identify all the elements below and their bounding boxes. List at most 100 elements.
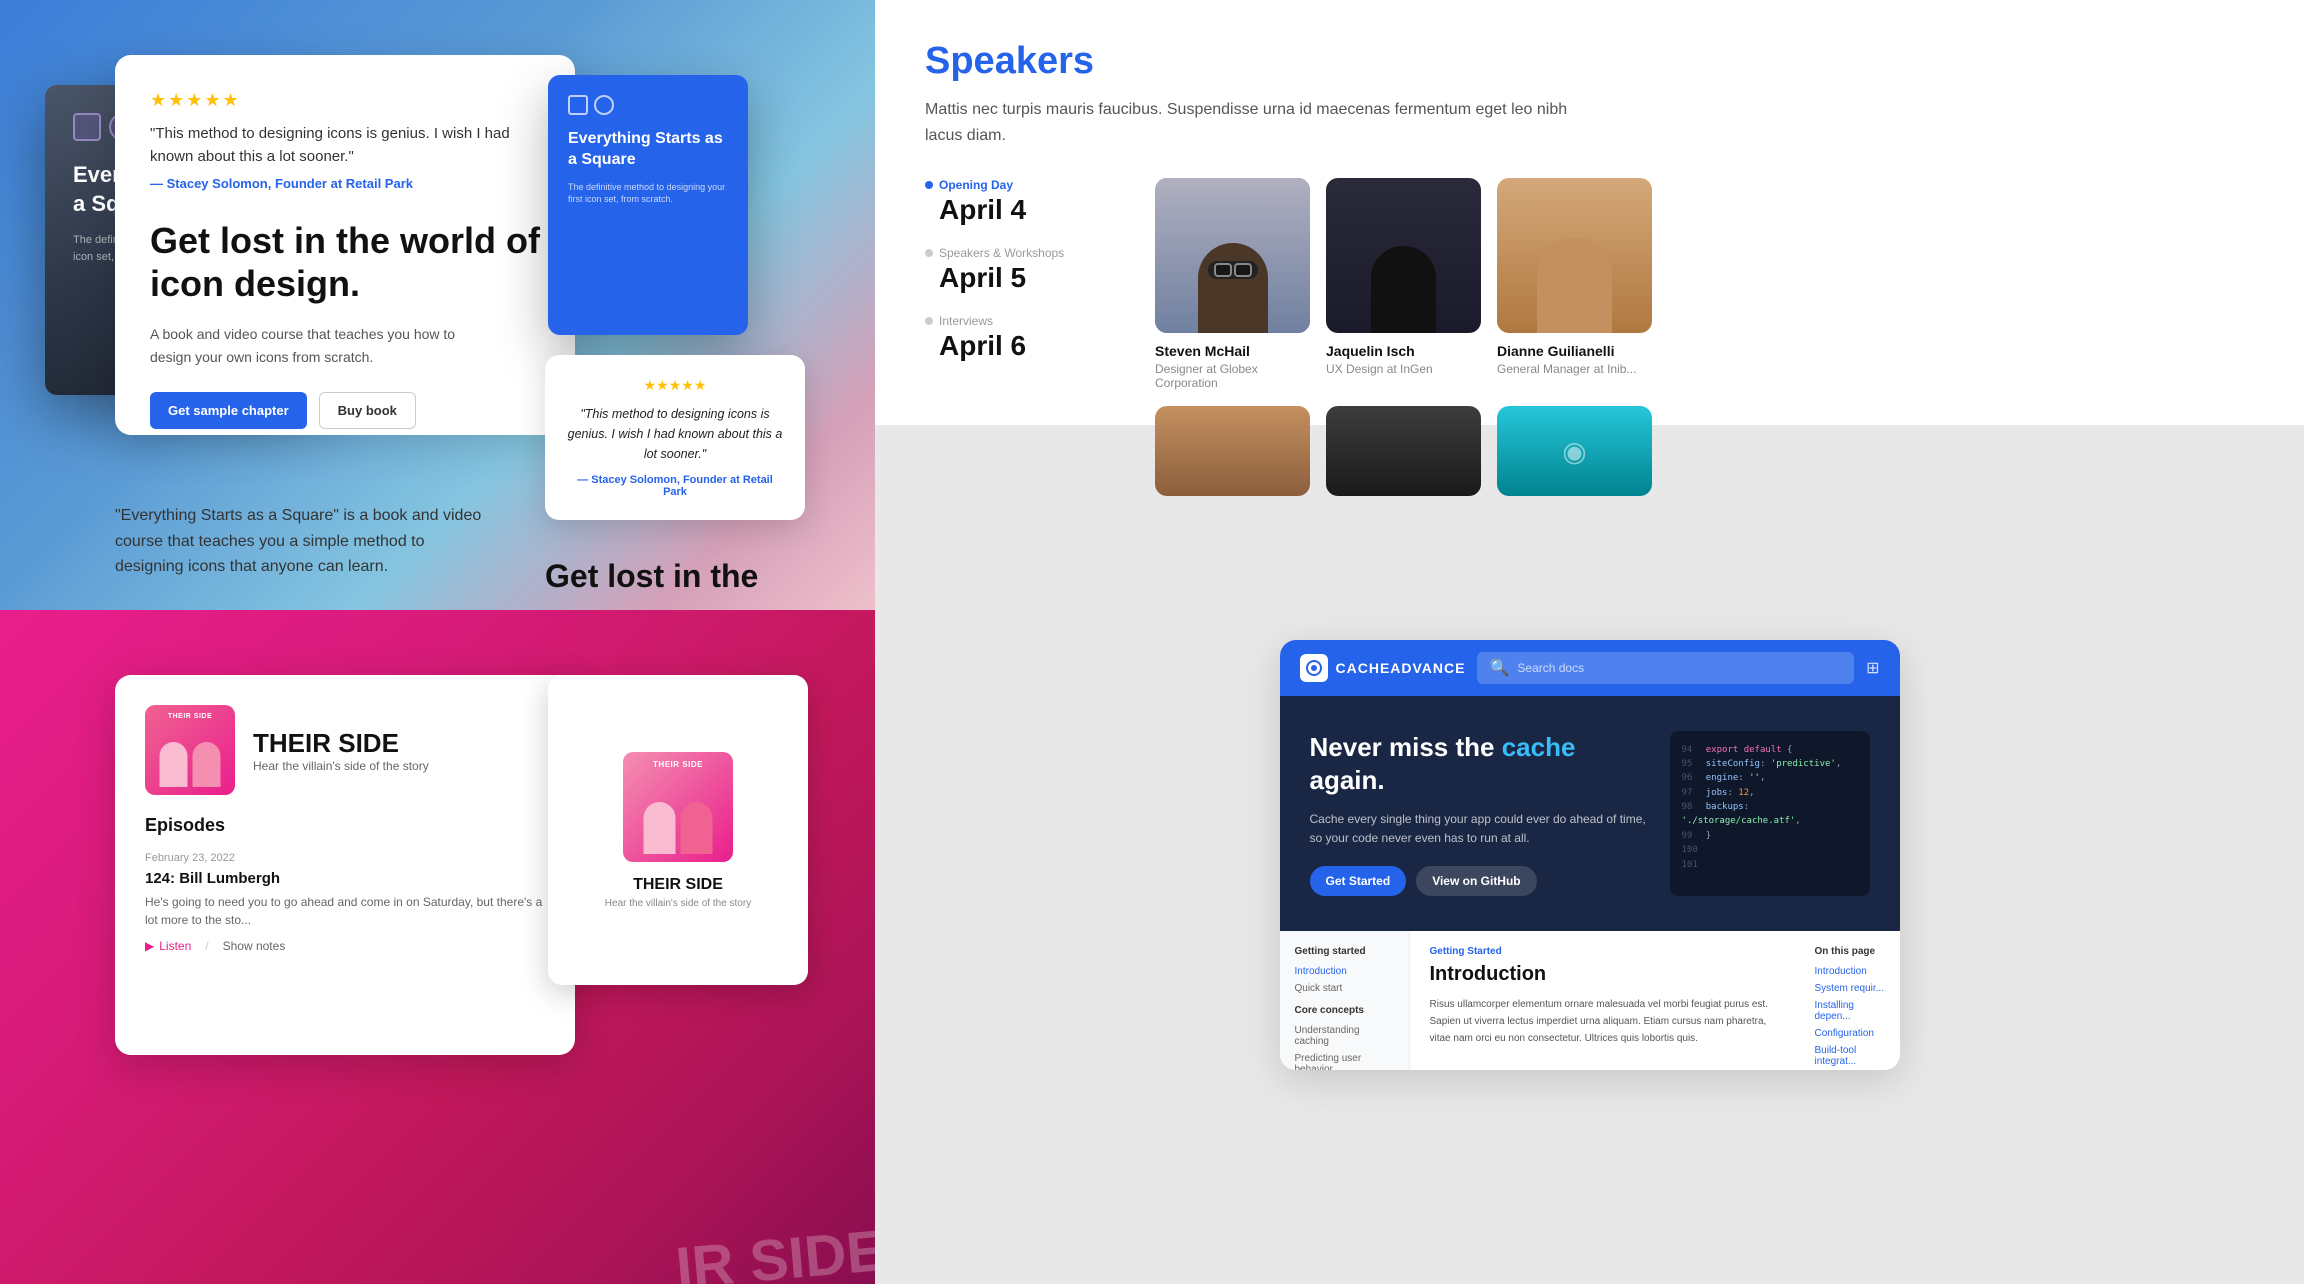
cache-logo: CACHEADVANCE: [1300, 654, 1466, 682]
sample-chapter-button[interactable]: Get sample chapter: [150, 392, 307, 429]
cache-hero-text: Never miss the cache again. Cache every …: [1310, 731, 1650, 897]
search-icon: 🔍: [1489, 658, 1509, 678]
toc-item-5[interactable]: Build-tool integrat...: [1815, 1042, 1885, 1069]
cache-hero-buttons: Get Started View on GitHub: [1310, 866, 1650, 896]
sm-author-name: — Stacey Solomon,: [577, 474, 680, 486]
docs-body: Risus ullamcorper elementum ornare males…: [1430, 996, 1780, 1047]
interviews-date: April 6: [925, 330, 1125, 362]
opening-day-text: Opening Day: [939, 178, 1013, 192]
sidebar-item-predicting[interactable]: Predicting user behavior: [1295, 1050, 1394, 1069]
book-card-white: ★★★★★ "This method to designing icons is…: [115, 55, 575, 435]
podcast-card-small: THEIR SIDE THEIR SIDE Hear the villain's…: [548, 675, 808, 985]
speakers-grid-container: Steven McHail Designer at Globex Corpora…: [1155, 178, 1652, 496]
code-line-8: 101: [1682, 858, 1858, 872]
get-started-button[interactable]: Get Started: [1310, 866, 1407, 896]
show-notes-link[interactable]: Show notes: [223, 939, 286, 953]
cache-hero-title: Never miss the cache again.: [1310, 731, 1650, 799]
sm-author-role: Founder at Retail Park: [663, 474, 773, 498]
toc-item-4[interactable]: Configuration: [1815, 1025, 1885, 1042]
speakers-dates: Opening Day April 4 Speakers & Workshops…: [925, 178, 1125, 496]
speaker-name-3: Dianne Guilianelli: [1497, 343, 1652, 359]
date-item-opening: Opening Day April 4: [925, 178, 1125, 226]
workshops-text: Speakers & Workshops: [939, 246, 1064, 260]
podcast-tagline: Hear the villain's side of the story: [253, 759, 429, 773]
testimonial-sm-author: — Stacey Solomon, Founder at Retail Park: [567, 474, 783, 498]
toc-item-1[interactable]: Introduction: [1815, 963, 1885, 980]
book-icons-small: [568, 95, 728, 115]
testimonial-sm-text: "This method to designing icons is geniu…: [567, 404, 783, 464]
cache-header: CACHEADVANCE 🔍 Search docs ⊞: [1280, 640, 1900, 696]
square-icon-sm: [568, 95, 588, 115]
left-panel: Everything Starts as a Square The defini…: [0, 0, 875, 1284]
docs-content: Getting Started Introduction Risus ullam…: [1410, 931, 1800, 1069]
docs-title: Introduction: [1430, 963, 1780, 986]
book-subtitle-blue: The definitive method to designing your …: [568, 181, 728, 206]
toc-title: On this page: [1815, 946, 1885, 957]
cache-search[interactable]: 🔍 Search docs: [1477, 652, 1854, 684]
code-line-5: 98 backups: './storage/cache.atf',: [1682, 800, 1858, 829]
code-line-1: 94 export default {: [1682, 743, 1858, 757]
episode-actions: ▶ Listen / Show notes: [145, 939, 545, 953]
opening-day-date: April 4: [925, 194, 1125, 226]
listen-label: Listen: [159, 939, 191, 953]
interviews-label: Interviews: [925, 314, 1125, 328]
cache-logo-icon: [1300, 654, 1328, 682]
cache-nav-icons: ⊞: [1866, 658, 1879, 678]
star-rating: ★★★★★: [150, 90, 540, 111]
podcast-brand-info: THEIR SIDE Hear the villain's side of th…: [253, 728, 429, 773]
show-notes-label: Show notes: [223, 939, 286, 953]
getting-started-label: Getting started: [1295, 946, 1394, 957]
testimonial-author: — Stacey Solomon, Founder at Retail Park: [150, 176, 540, 191]
book-section: Everything Starts as a Square The defini…: [0, 0, 875, 610]
speaker-card-1: Steven McHail Designer at Globex Corpora…: [1155, 178, 1310, 390]
podcast-logo-area: THEIR SIDE THEIR SIDE Hear the villain's…: [145, 705, 545, 795]
core-concepts-label: Core concepts: [1295, 1005, 1394, 1016]
cache-logo-svg: [1306, 660, 1322, 676]
testimonial-overlay: ★★★★★ "This method to designing icons is…: [545, 355, 805, 520]
speaker-company-2: UX Design at InGen: [1326, 362, 1481, 376]
date-item-interviews: Interviews April 6: [925, 314, 1125, 362]
cache-search-placeholder: Search docs: [1517, 661, 1584, 675]
toc-item-2[interactable]: System requir...: [1815, 980, 1885, 997]
play-icon: ▶: [145, 939, 154, 953]
cache-section: CACHEADVANCE 🔍 Search docs ⊞ Never miss …: [875, 425, 2304, 1284]
speaker-photo-1: [1155, 178, 1310, 333]
episodes-section: Episodes February 23, 2022 124: Bill Lum…: [145, 815, 545, 953]
podcast-logo: THEIR SIDE: [145, 705, 235, 795]
listen-link[interactable]: ▶ Listen: [145, 939, 191, 953]
get-lost-text: Get lost in the: [545, 558, 758, 595]
sidebar-item-caching[interactable]: Understanding caching: [1295, 1022, 1394, 1050]
cache-code-block: 94 export default { 95 siteConfig: 'pred…: [1670, 731, 1870, 897]
podcast-brand-name: THEIR SIDE: [253, 728, 429, 759]
opening-day-label: Opening Day: [925, 178, 1125, 192]
stars-sm: ★★★★★: [567, 377, 783, 394]
podcast-small-brand: THEIR SIDE: [633, 876, 723, 894]
podcast-section: THEIR SIDE THEIR SIDE Hear the villain's…: [0, 610, 875, 1284]
episode-title: 124: Bill Lumbergh: [145, 870, 545, 887]
sidebar-item-quick-start[interactable]: Quick start: [1295, 980, 1394, 997]
circle-icon-sm: [594, 95, 614, 115]
buy-book-button[interactable]: Buy book: [319, 392, 416, 429]
author-role: Founder at Retail Park: [275, 176, 413, 191]
episode-date: February 23, 2022: [145, 852, 545, 864]
cache-logo-text: CACHEADVANCE: [1336, 660, 1466, 676]
book-headline: Get lost in the world of icon design.: [150, 219, 540, 305]
interviews-text: Interviews: [939, 314, 993, 328]
right-panel: Speakers Mattis nec turpis mauris faucib…: [875, 0, 2304, 1284]
toc-item-3[interactable]: Installing depen...: [1815, 997, 1885, 1025]
episode-desc: He's going to need you to go ahead and c…: [145, 893, 545, 929]
speakers-section: Speakers Mattis nec turpis mauris faucib…: [875, 0, 2304, 425]
view-github-button[interactable]: View on GitHub: [1416, 866, 1536, 896]
their-side-bg-text: THEIR SIDE: [675, 1114, 875, 1284]
code-line-7: 100: [1682, 843, 1858, 857]
speaker-company-1: Designer at Globex Corporation: [1155, 362, 1310, 390]
code-line-3: 96 engine: '',: [1682, 771, 1858, 785]
podcast-card-main: THEIR SIDE THEIR SIDE Hear the villain's…: [115, 675, 575, 1055]
book-buttons: Get sample chapter Buy book: [150, 392, 540, 429]
speakers-title: Speakers: [925, 40, 2254, 83]
sidebar-item-introduction[interactable]: Introduction: [1295, 963, 1394, 980]
speaker-photo-3: [1497, 178, 1652, 333]
cache-window: CACHEADVANCE 🔍 Search docs ⊞ Never miss …: [1280, 640, 1900, 1070]
podcast-small-tagline: Hear the villain's side of the story: [605, 898, 751, 909]
desc-bottom-text: "Everything Starts as a Square" is a boo…: [115, 503, 495, 580]
